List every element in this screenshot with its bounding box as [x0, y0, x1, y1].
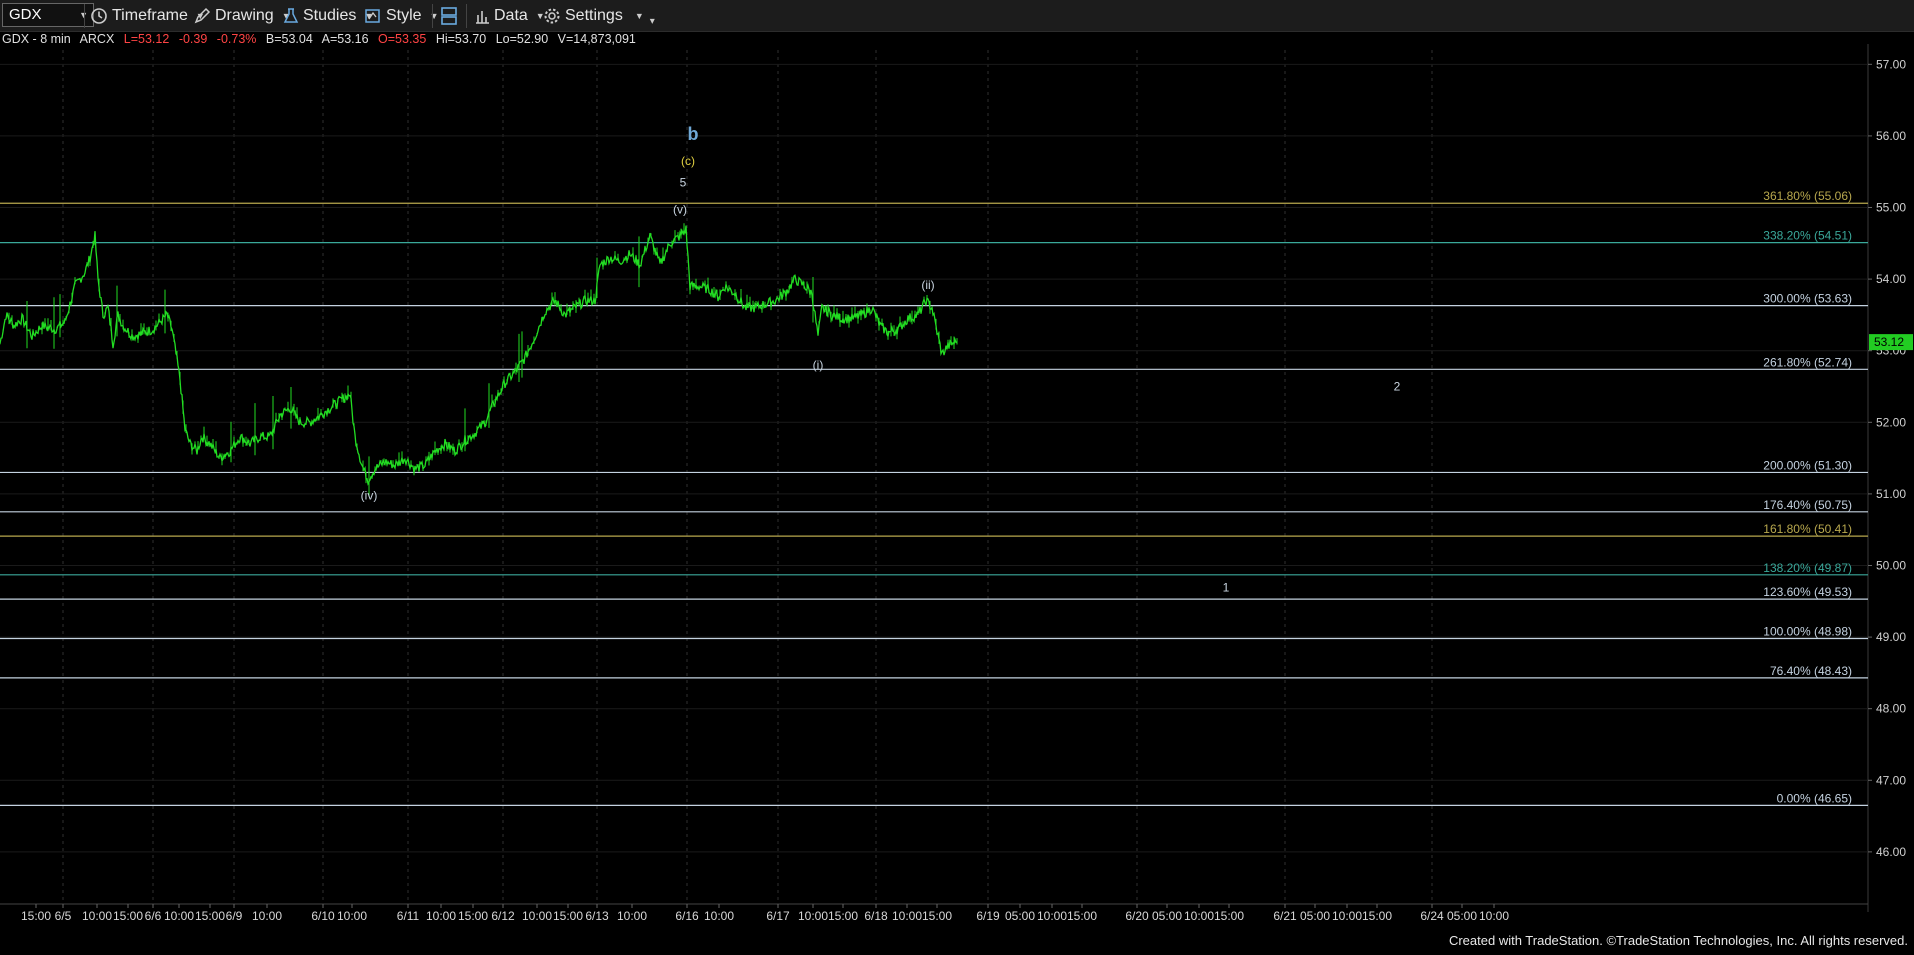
x-tick-label: 15:00: [828, 909, 858, 923]
fib-level-label: 261.80% (52.74): [1763, 355, 1852, 369]
y-tick-label: 47.00: [1876, 773, 1906, 787]
x-tick-label: 6/11: [397, 909, 420, 923]
x-tick-label: 15:00: [1214, 909, 1244, 923]
fib-level-label: 161.80% (50.41): [1763, 522, 1852, 536]
x-tick-label: 10:00: [704, 909, 734, 923]
x-tick-label: 6/24: [1420, 909, 1444, 923]
x-tick-label: 10:00: [337, 909, 367, 923]
fib-level-label: 100.00% (48.98): [1763, 625, 1852, 639]
wave-label: (ii): [921, 278, 934, 292]
x-tick-label: 15:00: [21, 909, 51, 923]
x-tick-label: 6/20: [1125, 909, 1149, 923]
x-tick-label: 15:00: [1067, 909, 1097, 923]
x-tick-label: 15:00: [195, 909, 225, 923]
x-tick-label: 05:00: [1447, 909, 1477, 923]
y-tick-label: 57.00: [1876, 57, 1906, 71]
x-tick-label: 6/21: [1273, 909, 1297, 923]
y-tick-label: 48.00: [1876, 702, 1906, 716]
wave-label: (v): [673, 203, 687, 217]
x-tick-label: 6/17: [766, 909, 790, 923]
x-tick-label: 15:00: [458, 909, 488, 923]
y-tick-label: 46.00: [1876, 845, 1906, 859]
price-chart[interactable]: 57.0056.0055.0054.0053.0052.0051.0050.00…: [0, 0, 1914, 950]
wave-label: (c): [681, 154, 695, 168]
fib-level-label: 76.40% (48.43): [1770, 664, 1852, 678]
y-tick-label: 51.00: [1876, 487, 1906, 501]
x-tick-label: 15:00: [922, 909, 952, 923]
x-tick-label: 05:00: [1005, 909, 1035, 923]
fib-level-label: 361.80% (55.06): [1763, 189, 1852, 203]
fib-level-label: 200.00% (51.30): [1763, 458, 1852, 472]
x-tick-label: 10:00: [617, 909, 647, 923]
y-tick-label: 56.00: [1876, 129, 1906, 143]
x-tick-label: 10:00: [1037, 909, 1067, 923]
y-tick-label: 50.00: [1876, 558, 1906, 572]
last-price-label: 53.12: [1874, 335, 1904, 349]
x-tick-label: 10:00: [1479, 909, 1509, 923]
wave-label: (i): [813, 358, 824, 372]
x-tick-label: 10:00: [252, 909, 282, 923]
price-series-line: [0, 225, 958, 486]
x-tick-label: 10:00: [82, 909, 112, 923]
fib-level-label: 138.20% (49.87): [1763, 561, 1852, 575]
x-tick-label: 10:00: [1332, 909, 1362, 923]
x-tick-label: 6/9: [226, 909, 243, 923]
chart-area[interactable]: 57.00 56.00 55.00 54.00 53.00 52.00 51.00 50.00…: [0, 0, 1914, 955]
x-tick-label: 6/13: [585, 909, 609, 923]
x-tick-label: 10:00: [798, 909, 828, 923]
x-tick-label: 6/12: [491, 909, 515, 923]
wave-label: 2: [1394, 380, 1401, 394]
y-tick-label: 55.00: [1876, 201, 1906, 215]
y-tick-label: 52.00: [1876, 415, 1906, 429]
wave-label: b: [688, 124, 699, 144]
wave-label: (iv): [361, 488, 378, 502]
wave-label: 5: [680, 175, 687, 189]
x-tick-label: 6/6: [145, 909, 162, 923]
x-tick-label: 6/16: [675, 909, 699, 923]
x-tick-label: 15:00: [1362, 909, 1392, 923]
copyright-footer: Created with TradeStation. ©TradeStation…: [1448, 933, 1908, 948]
x-tick-label: 15:00: [113, 909, 143, 923]
fib-level-label: 338.20% (54.51): [1763, 229, 1852, 243]
x-tick-label: 10:00: [892, 909, 922, 923]
x-tick-label: 6/10: [311, 909, 335, 923]
fib-level-label: 0.00% (46.65): [1777, 791, 1852, 805]
x-tick-label: 10:00: [164, 909, 194, 923]
x-tick-label: 10:00: [522, 909, 552, 923]
x-tick-label: 6/5: [55, 909, 72, 923]
wave-label: 1: [1223, 581, 1230, 595]
fib-level-label: 300.00% (53.63): [1763, 292, 1852, 306]
x-tick-label: 10:00: [426, 909, 456, 923]
x-tick-label: 05:00: [1300, 909, 1330, 923]
y-tick-label: 54.00: [1876, 272, 1906, 286]
x-tick-label: 10:00: [1184, 909, 1214, 923]
x-tick-label: 6/19: [976, 909, 1000, 923]
y-tick-label: 49.00: [1876, 630, 1906, 644]
x-tick-label: 15:00: [553, 909, 583, 923]
fib-level-label: 123.60% (49.53): [1763, 585, 1852, 599]
fib-level-label: 176.40% (50.75): [1763, 498, 1852, 512]
x-tick-label: 6/18: [864, 909, 888, 923]
x-tick-label: 05:00: [1152, 909, 1182, 923]
